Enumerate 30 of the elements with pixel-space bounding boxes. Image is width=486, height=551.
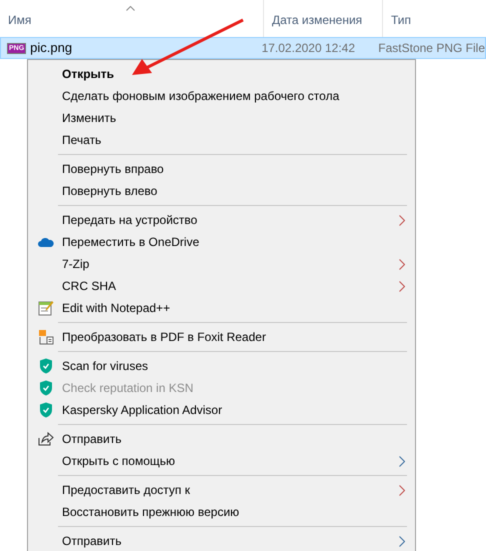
menu-item[interactable]: Сделать фоновым изображением рабочего стола: [28, 85, 415, 107]
file-date: 17.02.2020 12:42: [262, 41, 355, 55]
menu-item[interactable]: 7-Zip: [28, 253, 415, 275]
menu-item[interactable]: Открыть: [28, 63, 415, 85]
menu-item[interactable]: Восстановить прежнюю версию: [28, 501, 415, 523]
shield-icon: [39, 358, 53, 374]
menu-item[interactable]: Scan for viruses: [28, 355, 415, 377]
menu-item[interactable]: Передать на устройство: [28, 209, 415, 231]
menu-item[interactable]: Отправить: [28, 530, 415, 551]
menu-item[interactable]: Преобразовать в PDF в Foxit Reader: [28, 326, 415, 348]
menu-item[interactable]: Kaspersky Application Advisor: [28, 399, 415, 421]
menu-item[interactable]: Повернуть вправо: [28, 158, 415, 180]
menu-item[interactable]: Переместить в OneDrive: [28, 231, 415, 253]
menu-item[interactable]: CRC SHA: [28, 275, 415, 297]
menu-item[interactable]: Edit with Notepad++: [28, 297, 415, 319]
cloud-icon: [38, 237, 54, 247]
shield-icon: [39, 402, 53, 418]
menu-item[interactable]: Печать: [28, 129, 415, 151]
file-type: FastStone PNG File: [378, 41, 485, 55]
share-icon: [38, 432, 54, 446]
menu-item[interactable]: Предоставить доступ к: [28, 479, 415, 501]
column-header[interactable]: Имя: [0, 0, 263, 37]
notepad-icon: [38, 300, 54, 316]
menu-item[interactable]: Отправить: [28, 428, 415, 450]
menu-item[interactable]: Повернуть влево: [28, 180, 415, 202]
shield-icon: [39, 380, 53, 396]
pdf-convert-icon: [38, 329, 54, 345]
menu-item[interactable]: Изменить: [28, 107, 415, 129]
menu-item[interactable]: Открыть с помощью: [28, 450, 415, 472]
file-name: pic.png: [30, 39, 72, 58]
